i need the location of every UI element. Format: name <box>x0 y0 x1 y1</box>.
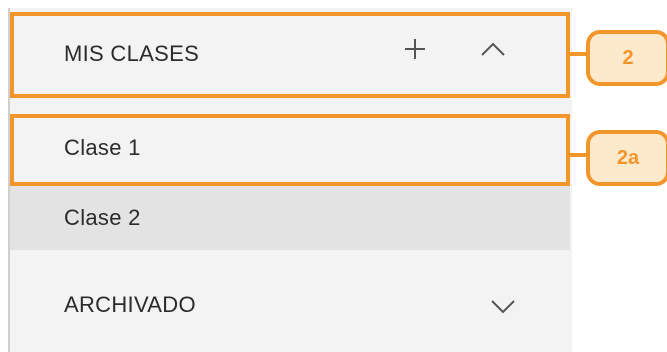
chevron-down-icon <box>491 300 515 314</box>
chevron-up-icon <box>481 42 505 56</box>
sidebar-item-label: Clase 1 <box>64 135 141 160</box>
callout-badge: 2a <box>586 130 667 186</box>
collapse-section-button[interactable] <box>478 36 508 62</box>
sidebar-item-label: Clase 2 <box>64 205 141 230</box>
plus-icon <box>405 39 425 59</box>
add-class-button[interactable] <box>400 34 430 64</box>
section-header-label: ARCHIVADO <box>64 292 196 317</box>
expand-section-button[interactable] <box>488 296 518 316</box>
callout-label: 2 <box>622 46 634 69</box>
sidebar-item-clase-1[interactable]: Clase 1 <box>10 114 570 182</box>
section-header-archivado[interactable]: ARCHIVADO <box>10 262 570 348</box>
callout-label: 2a <box>616 146 640 169</box>
callout-badge: 2 <box>586 30 667 86</box>
sidebar-item-clase-2[interactable]: Clase 2 <box>10 186 570 250</box>
section-header-label: MIS CLASES <box>64 41 200 66</box>
